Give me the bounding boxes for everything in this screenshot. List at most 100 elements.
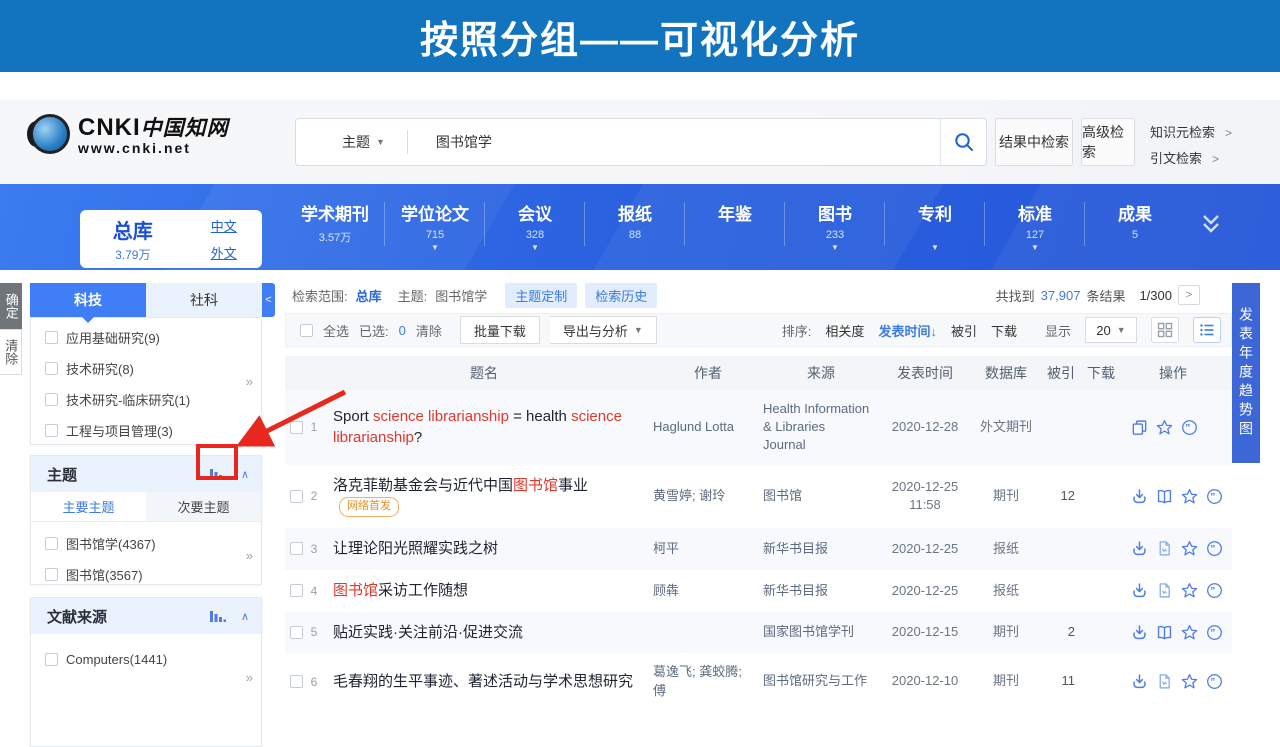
star-button[interactable] [1181, 488, 1198, 505]
checkbox[interactable] [45, 537, 58, 550]
zongku-tab[interactable]: 总库 3.79万 中文 外文 [80, 210, 262, 268]
checkbox[interactable] [290, 584, 303, 597]
confirm-button[interactable]: 确定 [0, 283, 22, 329]
author-cell[interactable]: Haglund Lotta [653, 418, 763, 436]
source-cell[interactable]: 图书馆 [763, 487, 879, 505]
tab-sheke[interactable]: 社科 [146, 283, 262, 317]
source-cell[interactable]: 图书馆研究与工作 [763, 672, 879, 690]
filter-option[interactable]: 工程与项目管理(3) [45, 421, 261, 440]
star-button[interactable] [1181, 624, 1198, 641]
search-button[interactable] [940, 119, 986, 165]
result-title-link[interactable]: 让理论阳光照耀实践之树 [325, 538, 653, 560]
tab-main-topic[interactable]: 主要主题 [31, 492, 146, 521]
filter-option[interactable]: 技术研究-临床研究(1) [45, 390, 261, 409]
grid-view-button[interactable] [1151, 317, 1179, 343]
result-title-link[interactable]: Sport science librarianship = health sci… [325, 406, 653, 450]
export-analyze-button[interactable]: 导出与分析▼ [550, 316, 657, 344]
advanced-search-button[interactable]: 高级检索 [1081, 118, 1135, 166]
search-input[interactable]: 图书馆学 [408, 132, 940, 152]
nav-tab-学术期刊[interactable]: 学术期刊3.57万 [285, 200, 385, 262]
expand-more-button[interactable]: » [246, 374, 251, 389]
nav-tab-专利[interactable]: 专利▼ [885, 200, 985, 262]
filter-option[interactable]: 技术研究(8) [45, 359, 261, 378]
cnki-logo[interactable]: CNKI中国知网 www.cnki.net [30, 112, 229, 156]
download-button[interactable] [1131, 624, 1148, 641]
search-in-results-button[interactable]: 结果中检索 [995, 118, 1073, 166]
checkbox[interactable] [290, 421, 303, 434]
topic-custom-button[interactable]: 主题定制 [505, 283, 577, 308]
result-title-link[interactable]: 贴近实践·关注前沿·促进交流 [325, 622, 653, 644]
download-button[interactable] [1131, 488, 1148, 505]
sort-option-被引[interactable]: 被引 [951, 321, 977, 340]
sidebar-collapse-handle[interactable]: < [262, 283, 275, 317]
quote-button[interactable]: ” [1206, 540, 1223, 557]
source-cell[interactable]: 新华书目报 [763, 582, 879, 600]
quote-button[interactable]: ” [1206, 582, 1223, 599]
nav-tab-年鉴[interactable]: 年鉴 [685, 200, 785, 262]
filter-option[interactable]: 图书馆(3567) [45, 565, 261, 584]
cited-count-cell[interactable]: 12 [1041, 487, 1081, 505]
tab-keji[interactable]: 科技 [30, 283, 146, 317]
search-field-dropdown[interactable]: 主题 ▼ [296, 132, 407, 152]
download-button[interactable] [1131, 540, 1148, 557]
list-view-button[interactable] [1193, 317, 1221, 343]
page-size-select[interactable]: 20▼ [1085, 317, 1137, 343]
author-cell[interactable]: 顾犇 [653, 582, 763, 600]
star-button[interactable] [1181, 673, 1198, 690]
lang-foreign-link[interactable]: 外文 [211, 243, 237, 262]
nav-tab-标准[interactable]: 标准127▼ [985, 200, 1085, 262]
checkbox[interactable] [290, 542, 303, 555]
author-cell[interactable]: 柯平 [653, 540, 763, 558]
filter-option[interactable]: Computers(1441) [45, 652, 261, 667]
expand-more-button[interactable]: » [246, 548, 251, 563]
quote-button[interactable]: ” [1181, 419, 1198, 436]
sort-option-下载[interactable]: 下载 [991, 321, 1017, 340]
star-button[interactable] [1156, 419, 1173, 436]
star-button[interactable] [1181, 540, 1198, 557]
sort-option-发表时间[interactable]: 发表时间↓ [878, 321, 937, 340]
bar-chart-icon[interactable] [209, 609, 227, 624]
clear-selection-button[interactable]: 清除 [416, 321, 442, 340]
knowledge-search-link[interactable]: 知识元检索> [1150, 122, 1232, 141]
download-button[interactable] [1131, 673, 1148, 690]
checkbox[interactable] [45, 653, 58, 666]
nav-tab-成果[interactable]: 成果5 [1085, 200, 1185, 262]
search-history-button[interactable]: 检索历史 [585, 283, 657, 308]
book-button[interactable] [1156, 488, 1173, 505]
author-cell[interactable]: 黄雪婷; 谢玲 [653, 487, 763, 505]
lang-chinese-link[interactable]: 中文 [211, 216, 237, 235]
caret-up-icon[interactable]: ∧ [241, 610, 249, 623]
checkbox[interactable] [45, 362, 58, 375]
sort-option-相关度[interactable]: 相关度 [825, 321, 864, 340]
tab-secondary-topic[interactable]: 次要主题 [146, 492, 261, 521]
source-cell[interactable]: 新华书目报 [763, 540, 879, 558]
next-page-button[interactable]: > [1178, 285, 1200, 305]
quote-button[interactable]: ” [1206, 624, 1223, 641]
nav-tab-报纸[interactable]: 报纸88 [585, 200, 685, 262]
filter-option[interactable]: 图书馆学(4367) [45, 534, 261, 553]
nav-more-chevron[interactable] [1196, 212, 1226, 243]
expand-more-button[interactable]: » [246, 670, 251, 685]
source-cell[interactable]: 国家图书馆学刊 [763, 623, 879, 641]
book-button[interactable] [1156, 624, 1173, 641]
source-cell[interactable]: Health Information & Libraries Journal [763, 400, 879, 455]
checkbox[interactable] [290, 626, 303, 639]
batch-download-button[interactable]: 批量下载 [460, 316, 540, 344]
select-all-label[interactable]: 全选 [323, 321, 349, 340]
quote-button[interactable]: ” [1206, 488, 1223, 505]
clear-button[interactable]: 清除 [0, 329, 22, 375]
star-button[interactable] [1181, 582, 1198, 599]
doc-button[interactable] [1156, 582, 1173, 599]
result-title-link[interactable]: 图书馆采访工作随想 [325, 580, 653, 602]
scope-value[interactable]: 总库 [356, 286, 382, 305]
nav-tab-图书[interactable]: 图书233▼ [785, 200, 885, 262]
checkbox[interactable] [45, 424, 58, 437]
author-cell[interactable]: 葛逸飞; 龚蛟腾; 傅 [653, 663, 763, 699]
copy-button[interactable] [1131, 419, 1148, 436]
checkbox[interactable] [45, 331, 58, 344]
doc-button[interactable] [1156, 540, 1173, 557]
citation-search-link[interactable]: 引文检索> [1150, 148, 1219, 167]
checkbox[interactable] [45, 393, 58, 406]
checkbox[interactable] [45, 568, 58, 581]
nav-tab-学位论文[interactable]: 学位论文715▼ [385, 200, 485, 262]
